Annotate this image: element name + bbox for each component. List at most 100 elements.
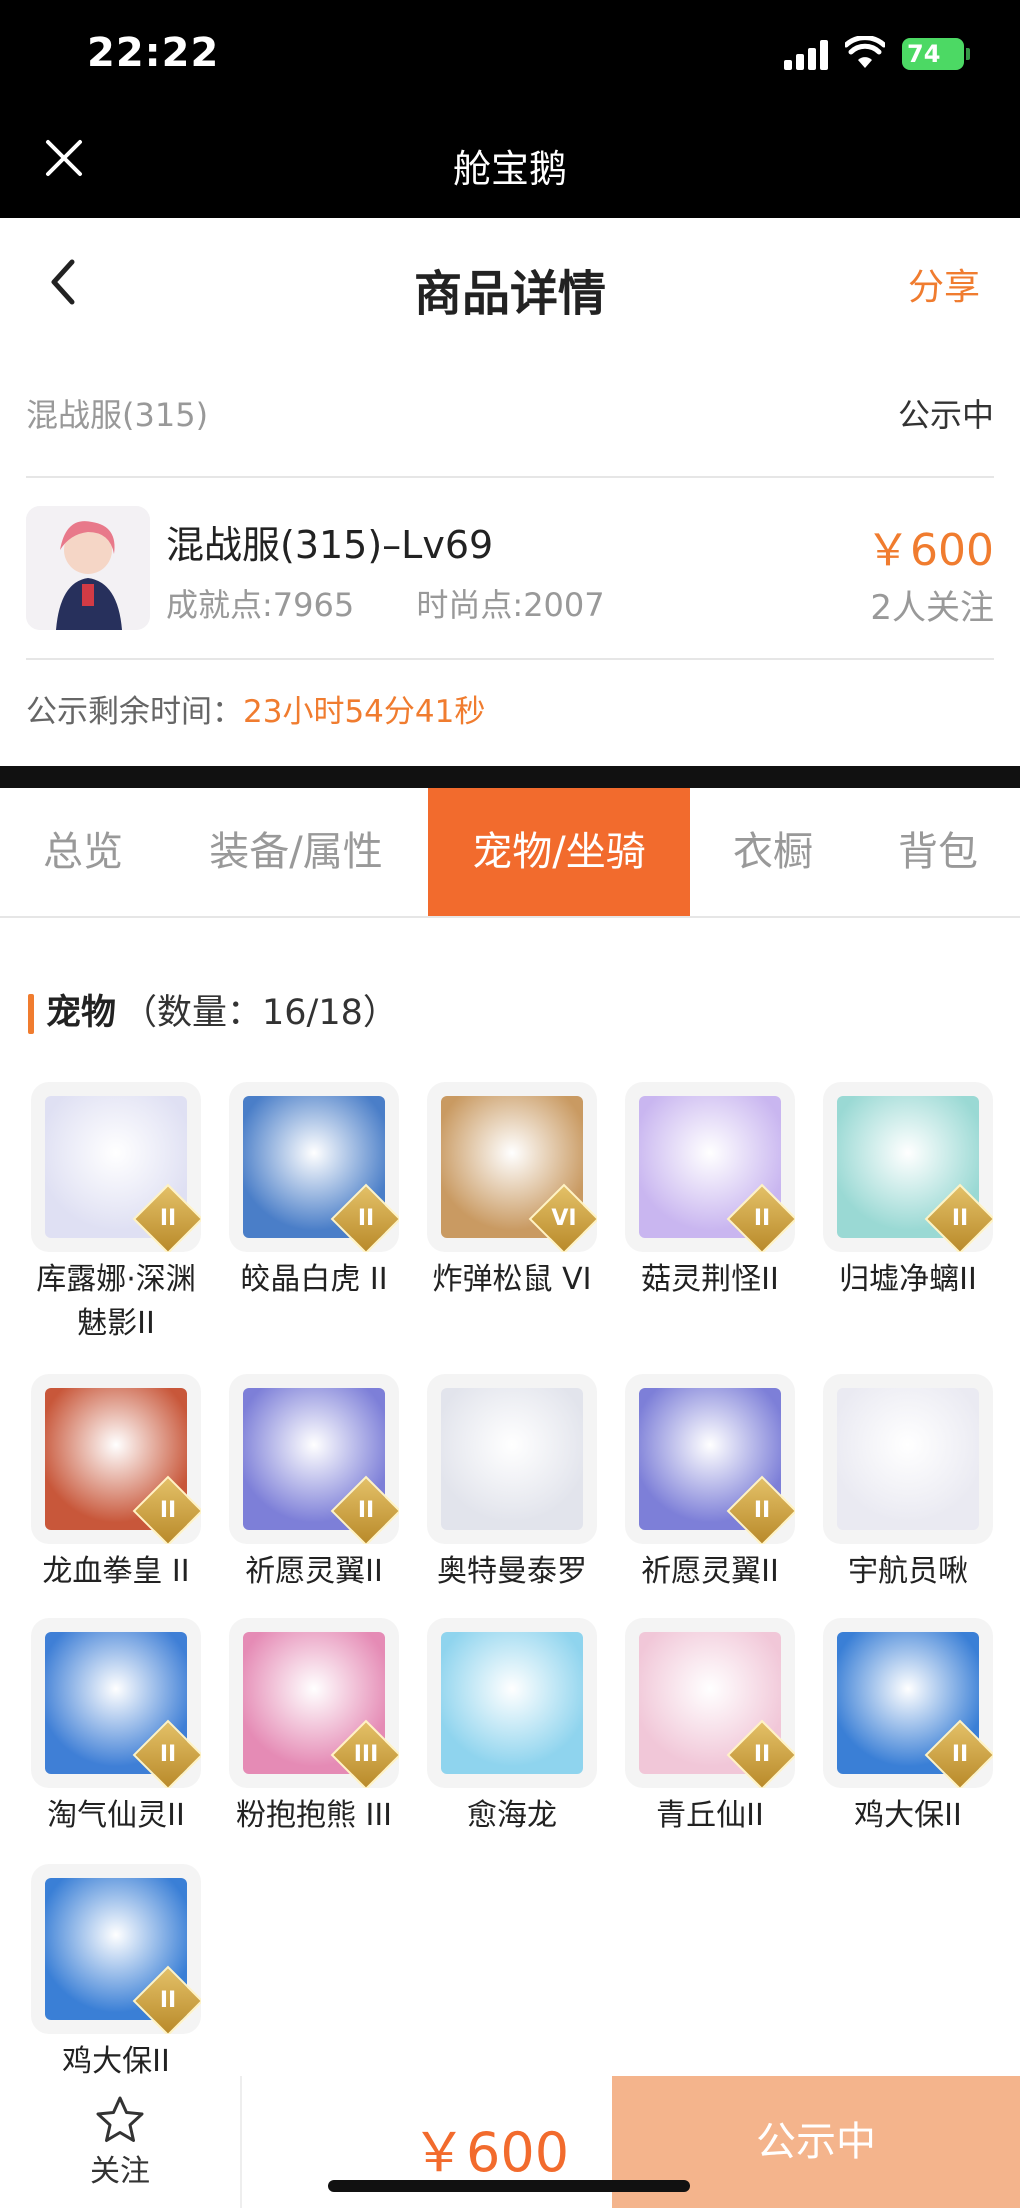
follow-button[interactable]: 关注 xyxy=(0,2076,242,2208)
pet-card[interactable]: II 鸡大保II xyxy=(820,1618,996,1838)
rank-badge-label: II xyxy=(159,1206,177,1231)
pet-image: II xyxy=(31,1082,201,1252)
pet-card[interactable]: VI 炸弹松鼠 VI xyxy=(424,1082,600,1302)
rank-badge-label: III xyxy=(353,1742,379,1767)
follow-label: 关注 xyxy=(90,2154,150,2189)
mini-app-title: 舱宝鹅 xyxy=(452,147,567,191)
pet-name: 愈海龙 xyxy=(467,1798,557,1833)
pet-card[interactable]: 愈海龙 xyxy=(424,1618,600,1838)
tab-wardrobe[interactable]: 衣橱 xyxy=(690,788,856,916)
achievement-points: 成就点:7965 xyxy=(166,586,355,624)
mini-app-header: 舱宝鹅 xyxy=(0,110,1020,218)
star-icon xyxy=(96,2096,144,2142)
pet-image: II xyxy=(823,1618,993,1788)
pet-name: 鸡大保II xyxy=(854,1798,962,1833)
rank-badge-label: VI xyxy=(551,1206,577,1231)
section-separator xyxy=(0,766,1020,788)
remaining-value: 23小时54分41秒 xyxy=(243,694,486,730)
pet-card[interactable]: II 库露娜·深渊魅影II xyxy=(28,1082,204,1346)
tab-backpack[interactable]: 背包 xyxy=(856,788,1020,916)
detail-tabs: 总览 装备/属性 宠物/坐骑 衣橱 背包 xyxy=(0,788,1020,918)
pet-image: II xyxy=(31,1618,201,1788)
section-title: 宠物 （数量：16/18） xyxy=(28,990,398,1036)
pet-name: 祈愿灵翼II xyxy=(245,1554,383,1589)
product-title: 混战服(315)–Lv69 xyxy=(166,523,494,567)
pet-card[interactable]: II 菇灵荆怪II xyxy=(622,1082,798,1302)
pet-card[interactable]: II 龙血拳皇 II xyxy=(28,1374,204,1594)
pet-image xyxy=(823,1374,993,1544)
pet-image: II xyxy=(229,1082,399,1252)
pet-name: 奥特曼泰罗 xyxy=(437,1554,587,1589)
footer-price: ￥600 xyxy=(412,2121,570,2184)
product-price: ￥600 xyxy=(866,525,994,576)
pet-image: VI xyxy=(427,1082,597,1252)
pet-image: II xyxy=(823,1082,993,1252)
status-bar: 22:22 74 xyxy=(0,0,1020,110)
pet-card[interactable]: III 粉抱抱熊 III xyxy=(226,1618,402,1838)
rank-badge-label: II xyxy=(753,1498,771,1523)
battery-icon: 74 xyxy=(902,38,964,70)
pet-card[interactable]: 宇航员啾 xyxy=(820,1374,996,1594)
fashion-points: 时尚点:2007 xyxy=(416,586,605,624)
pet-image: II xyxy=(31,1864,201,2034)
pet-card[interactable]: II 祈愿灵翼II xyxy=(622,1374,798,1594)
wifi-icon xyxy=(845,36,885,68)
listing-status: 公示中 xyxy=(897,396,994,434)
pet-name: 库露娜·深渊魅影II xyxy=(36,1262,196,1341)
pet-art xyxy=(837,1388,979,1530)
pet-card[interactable]: II 青丘仙II xyxy=(622,1618,798,1838)
pet-card[interactable]: II 祈愿灵翼II xyxy=(226,1374,402,1594)
rank-badge-label: II xyxy=(357,1498,375,1523)
rank-badge-label: II xyxy=(159,1988,177,2013)
pet-image: II xyxy=(625,1618,795,1788)
pet-image: II xyxy=(625,1374,795,1544)
tab-equipment[interactable]: 装备/属性 xyxy=(166,788,426,916)
pet-card[interactable]: II 归墟净螭II xyxy=(820,1082,996,1302)
pet-image xyxy=(427,1374,597,1544)
battery-tip xyxy=(966,48,970,60)
rank-badge-label: II xyxy=(159,1498,177,1523)
server-name: 混战服(315) xyxy=(26,396,209,434)
pet-card[interactable]: II 鸡大保II xyxy=(28,1864,204,2084)
pet-image: II xyxy=(625,1082,795,1252)
pet-name: 皎晶白虎 II xyxy=(240,1262,388,1297)
pet-card[interactable]: 奥特曼泰罗 xyxy=(424,1374,600,1594)
pet-image: II xyxy=(229,1374,399,1544)
product-summary: 混战服(315)–Lv69 成就点:7965 时尚点:2007 ￥600 2人关… xyxy=(26,502,994,632)
pet-art xyxy=(441,1388,583,1530)
tab-pets[interactable]: 宠物/坐骑 xyxy=(428,788,690,916)
pet-name: 龙血拳皇 II xyxy=(42,1554,190,1589)
pet-name: 粉抱抱熊 III xyxy=(235,1798,393,1833)
rank-badge-label: II xyxy=(159,1742,177,1767)
pet-card[interactable]: II 淘气仙灵II xyxy=(28,1618,204,1838)
rank-badge-label: II xyxy=(357,1206,375,1231)
pet-name: 淘气仙灵II xyxy=(47,1798,185,1833)
share-button[interactable]: 分享 xyxy=(908,258,980,310)
pet-name: 菇灵荆怪II xyxy=(641,1262,779,1297)
section-count: （数量：16/18） xyxy=(122,993,398,1033)
pet-image: II xyxy=(31,1374,201,1544)
tab-overview[interactable]: 总览 xyxy=(0,788,166,916)
pet-name: 祈愿灵翼II xyxy=(641,1554,779,1589)
follower-count: 2人关注 xyxy=(870,588,994,628)
character-avatar xyxy=(26,506,150,630)
server-row: 混战服(315) 公示中 xyxy=(26,380,994,440)
home-indicator xyxy=(328,2180,690,2192)
pet-image xyxy=(427,1618,597,1788)
pet-card[interactable]: II 皎晶白虎 II xyxy=(226,1082,402,1302)
divider xyxy=(26,658,994,660)
section-title-main: 宠物 xyxy=(46,993,117,1033)
signal-icon xyxy=(784,40,830,70)
rank-badge-label: II xyxy=(951,1742,969,1767)
rank-badge-label: II xyxy=(753,1742,771,1767)
rank-badge-label: II xyxy=(753,1206,771,1231)
pet-name: 青丘仙II xyxy=(656,1798,764,1833)
page-title: 商品详情 xyxy=(413,266,606,322)
pet-image: III xyxy=(229,1618,399,1788)
pet-name: 炸弹松鼠 VI xyxy=(432,1262,592,1297)
remaining-label: 公示剩余时间： xyxy=(26,694,243,730)
product-stats: 成就点:7965 时尚点:2007 xyxy=(166,580,657,626)
divider xyxy=(26,476,994,478)
status-time: 22:22 xyxy=(87,30,220,76)
rank-badge-label: II xyxy=(951,1206,969,1231)
